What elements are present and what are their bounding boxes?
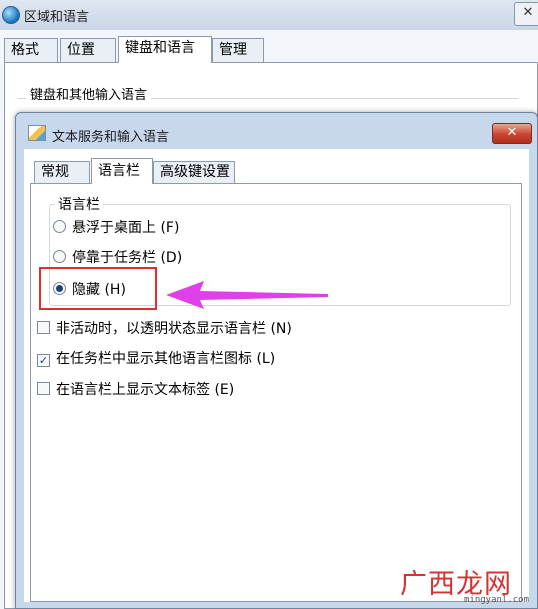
- pointer-arrow-icon: [166, 281, 328, 309]
- checkbox-label: 在语言栏上显示文本标签 (E): [56, 382, 235, 398]
- language-bar-panel: 语言栏 悬浮于桌面上 (F) 停靠于任务栏 (D) 隐藏 (H) 非活动时，以透…: [30, 183, 522, 602]
- radio-float-on-desktop[interactable]: 悬浮于桌面上 (F): [53, 217, 180, 236]
- dialog-title: 文本服务和输入语言: [52, 130, 170, 145]
- red-highlight-box: [39, 267, 157, 310]
- tab-general[interactable]: 常规: [34, 161, 90, 183]
- tab-manage[interactable]: 管理: [212, 38, 264, 62]
- checkbox-show-text-labels[interactable]: 在语言栏上显示文本标签 (E): [37, 379, 235, 398]
- keyboard-services-icon: [28, 125, 46, 141]
- outer-close-button[interactable]: ✕: [514, 2, 538, 26]
- checkbox[interactable]: [37, 382, 50, 395]
- checkbox-label: 非活动时，以透明状态显示语言栏 (N): [56, 321, 292, 337]
- tab-location[interactable]: 位置: [60, 38, 116, 62]
- radio-button[interactable]: [53, 250, 66, 263]
- tab-advanced-key-settings[interactable]: 高级键设置: [153, 161, 235, 183]
- keyboard-group-label: 键盘和其他输入语言: [26, 84, 152, 103]
- radio-button[interactable]: [53, 220, 66, 233]
- radio-label: 停靠于任务栏 (D): [72, 250, 183, 266]
- checkbox[interactable]: ✓: [37, 354, 50, 367]
- checkbox-transparent-inactive[interactable]: 非活动时，以透明状态显示语言栏 (N): [37, 318, 292, 337]
- checkbox[interactable]: [37, 321, 50, 334]
- language-bar-group-label: 语言栏: [55, 194, 103, 214]
- radio-label: 悬浮于桌面上 (F): [72, 220, 180, 236]
- radio-dock-in-taskbar[interactable]: 停靠于任务栏 (D): [53, 247, 183, 266]
- checkbox-label: 在任务栏中显示其他语言栏图标 (L): [56, 351, 276, 367]
- tab-format[interactable]: 格式: [4, 38, 58, 62]
- outer-window-titlebar: 区域和语言 ✕: [0, 0, 538, 30]
- dialog-close-button[interactable]: ✕: [492, 123, 532, 144]
- tab-language-bar[interactable]: 语言栏: [91, 158, 153, 184]
- globe-icon: [2, 6, 20, 24]
- watermark-url: mingyanl.com: [464, 595, 530, 605]
- watermark: 广西龙网 mingyanl.com: [398, 562, 538, 609]
- outer-window-title: 区域和语言: [24, 10, 90, 25]
- text-services-dialog: 文本服务和输入语言 ✕ 常规 语言栏 高级键设置 语言栏 悬浮于桌面上 (F) …: [15, 112, 538, 609]
- checkbox-show-extra-icons[interactable]: ✓ 在任务栏中显示其他语言栏图标 (L): [37, 348, 276, 367]
- dialog-content: 常规 语言栏 高级键设置 语言栏 悬浮于桌面上 (F) 停靠于任务栏 (D) 隐…: [24, 149, 529, 602]
- tab-keyboard-language[interactable]: 键盘和语言: [118, 36, 212, 63]
